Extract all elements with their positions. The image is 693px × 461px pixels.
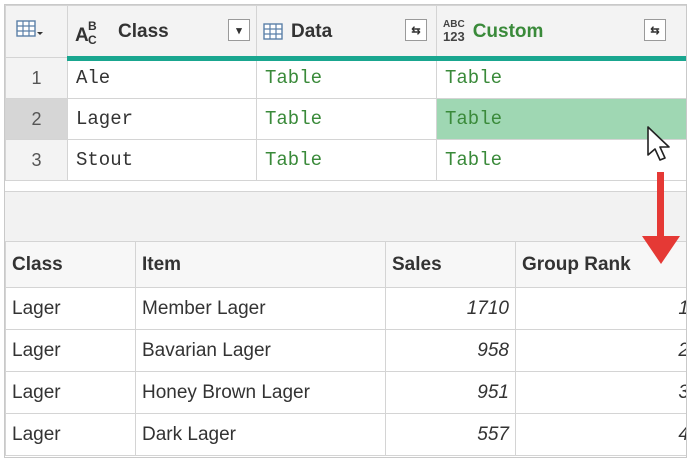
- red-arrow-shaft: [657, 172, 664, 242]
- table-row: Lager Honey Brown Lager 951 3: [5, 371, 686, 414]
- cell-custom[interactable]: Table: [436, 57, 686, 99]
- cell-class[interactable]: Stout: [67, 139, 257, 181]
- abc-text-icon: A B C: [74, 19, 110, 45]
- cell-data[interactable]: Table: [256, 139, 437, 181]
- table-row[interactable]: 3 Stout Table Table: [5, 139, 686, 181]
- column-name-custom: Custom: [472, 20, 544, 42]
- table-icon: [263, 22, 283, 41]
- row-number[interactable]: 1: [5, 57, 68, 99]
- cell-class[interactable]: Lager: [67, 98, 257, 140]
- query-grid: A B C Class ▾ Data ⇆ ABC 123 Custom ⇆ 1 …: [5, 5, 686, 181]
- table-grid-icon: [16, 19, 44, 44]
- type-bottom-label: 123: [443, 29, 465, 44]
- cell-group-rank: 2: [515, 329, 686, 372]
- cell-data[interactable]: Table: [256, 57, 437, 99]
- row-number[interactable]: 2: [5, 98, 68, 140]
- cell-data[interactable]: Table: [256, 98, 437, 140]
- cell-group-rank: 4: [515, 413, 686, 456]
- column-name-data: Data: [291, 20, 333, 42]
- cell-item: Honey Brown Lager: [135, 371, 386, 414]
- cell-group-rank: 1: [515, 287, 686, 330]
- column-header-class[interactable]: A B C Class ▾: [67, 5, 257, 58]
- preview-divider: [5, 191, 686, 242]
- table-row[interactable]: 1 Ale Table Table: [5, 57, 686, 99]
- svg-text:B: B: [88, 19, 97, 33]
- preview-header-sales: Sales: [385, 241, 516, 288]
- expand-column-button[interactable]: ⇆: [405, 19, 427, 41]
- column-header-custom[interactable]: ABC 123 Custom ⇆: [436, 5, 686, 58]
- svg-text:A: A: [75, 25, 89, 45]
- preview-header-class: Class: [5, 241, 136, 288]
- filter-dropdown-button[interactable]: ▾: [228, 19, 250, 41]
- cell-sales: 1710: [385, 287, 516, 330]
- cell-item: Member Lager: [135, 287, 386, 330]
- cell-class: Lager: [5, 371, 136, 414]
- cell-group-rank: 3: [515, 371, 686, 414]
- dropdown-arrow-icon: ▾: [236, 24, 242, 37]
- power-query-window: A B C Class ▾ Data ⇆ ABC 123 Custom ⇆ 1 …: [4, 4, 687, 458]
- mouse-cursor-icon: [646, 125, 672, 168]
- table-row: Lager Member Lager 1710 1: [5, 287, 686, 330]
- svg-text:C: C: [88, 33, 97, 45]
- table-row-selected[interactable]: 2 Lager Table Table: [5, 98, 686, 140]
- table-row: Lager Bavarian Lager 958 2: [5, 329, 686, 372]
- row-number[interactable]: 3: [5, 139, 68, 181]
- expand-arrows-icon: ⇆: [650, 24, 660, 37]
- cell-sales: 951: [385, 371, 516, 414]
- column-name-class: Class: [118, 20, 169, 42]
- cell-class: Lager: [5, 413, 136, 456]
- cell-sales: 958: [385, 329, 516, 372]
- table-menu-button[interactable]: [5, 5, 68, 58]
- preview-header-item: Item: [135, 241, 386, 288]
- cell-item: Dark Lager: [135, 413, 386, 456]
- cell-sales: 557: [385, 413, 516, 456]
- cell-class[interactable]: Ale: [67, 57, 257, 99]
- column-quality-bar: [67, 56, 686, 61]
- expand-arrows-icon: ⇆: [411, 24, 421, 37]
- cell-class: Lager: [5, 287, 136, 330]
- abc-123-icon: ABC 123: [443, 20, 465, 44]
- cell-item: Bavarian Lager: [135, 329, 386, 372]
- table-row: Lager Dark Lager 557 4: [5, 413, 686, 456]
- column-header-data[interactable]: Data ⇆: [256, 5, 437, 58]
- preview-table: Class Item Sales Group Rank Lager Member…: [5, 241, 686, 456]
- red-arrow-head-icon: [642, 236, 680, 264]
- expand-custom-column-button[interactable]: ⇆: [644, 19, 666, 41]
- cell-class: Lager: [5, 329, 136, 372]
